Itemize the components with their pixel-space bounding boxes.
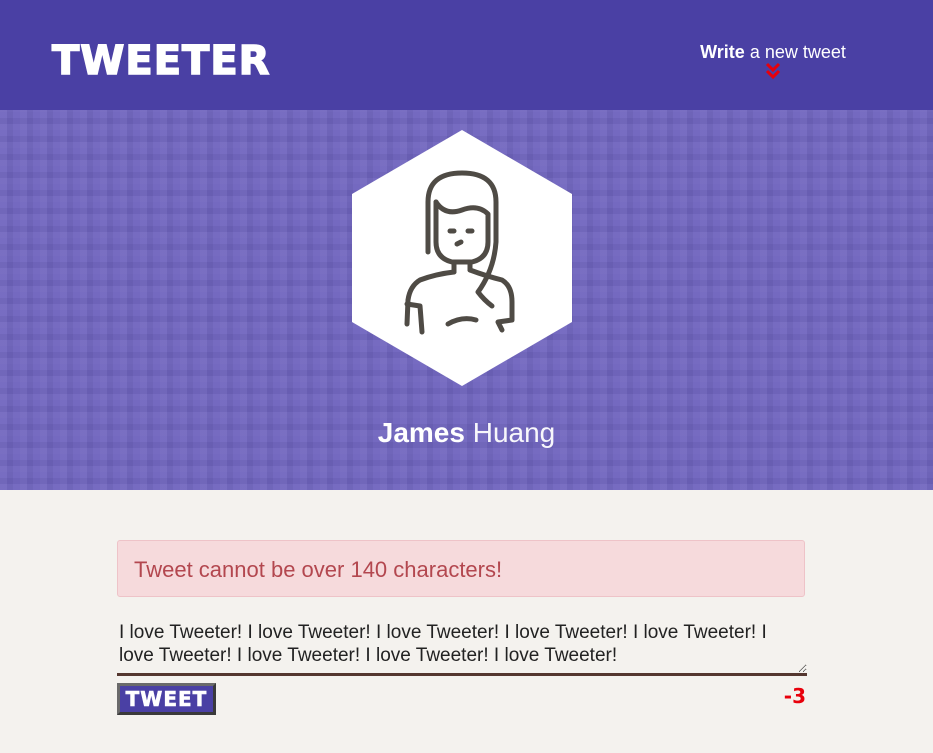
top-nav: TWEETER Write a new tweet (0, 0, 933, 110)
app-logo[interactable]: TWEETER (51, 36, 270, 86)
compose-toggle[interactable]: Write a new tweet (690, 40, 856, 80)
double-chevron-down-icon[interactable] (765, 62, 781, 80)
profile-header: James Huang (0, 110, 933, 490)
woman-avatar-icon (352, 130, 572, 386)
avatar (350, 130, 574, 386)
character-counter: -3 (783, 684, 806, 708)
profile-last-name: Huang (472, 417, 556, 448)
compose-label-bold[interactable]: Write (700, 42, 745, 62)
profile-name: James Huang (0, 416, 933, 450)
error-alert: Tweet cannot be over 140 characters! (117, 540, 805, 597)
compose-label-rest[interactable]: a new tweet (745, 42, 846, 62)
tweet-button[interactable]: TWEET (117, 683, 216, 715)
tweet-textarea[interactable]: I love Tweeter! I love Tweeter! I love T… (117, 617, 807, 676)
compose-label[interactable]: Write a new tweet (690, 40, 856, 64)
profile-first-name: James (377, 417, 465, 448)
